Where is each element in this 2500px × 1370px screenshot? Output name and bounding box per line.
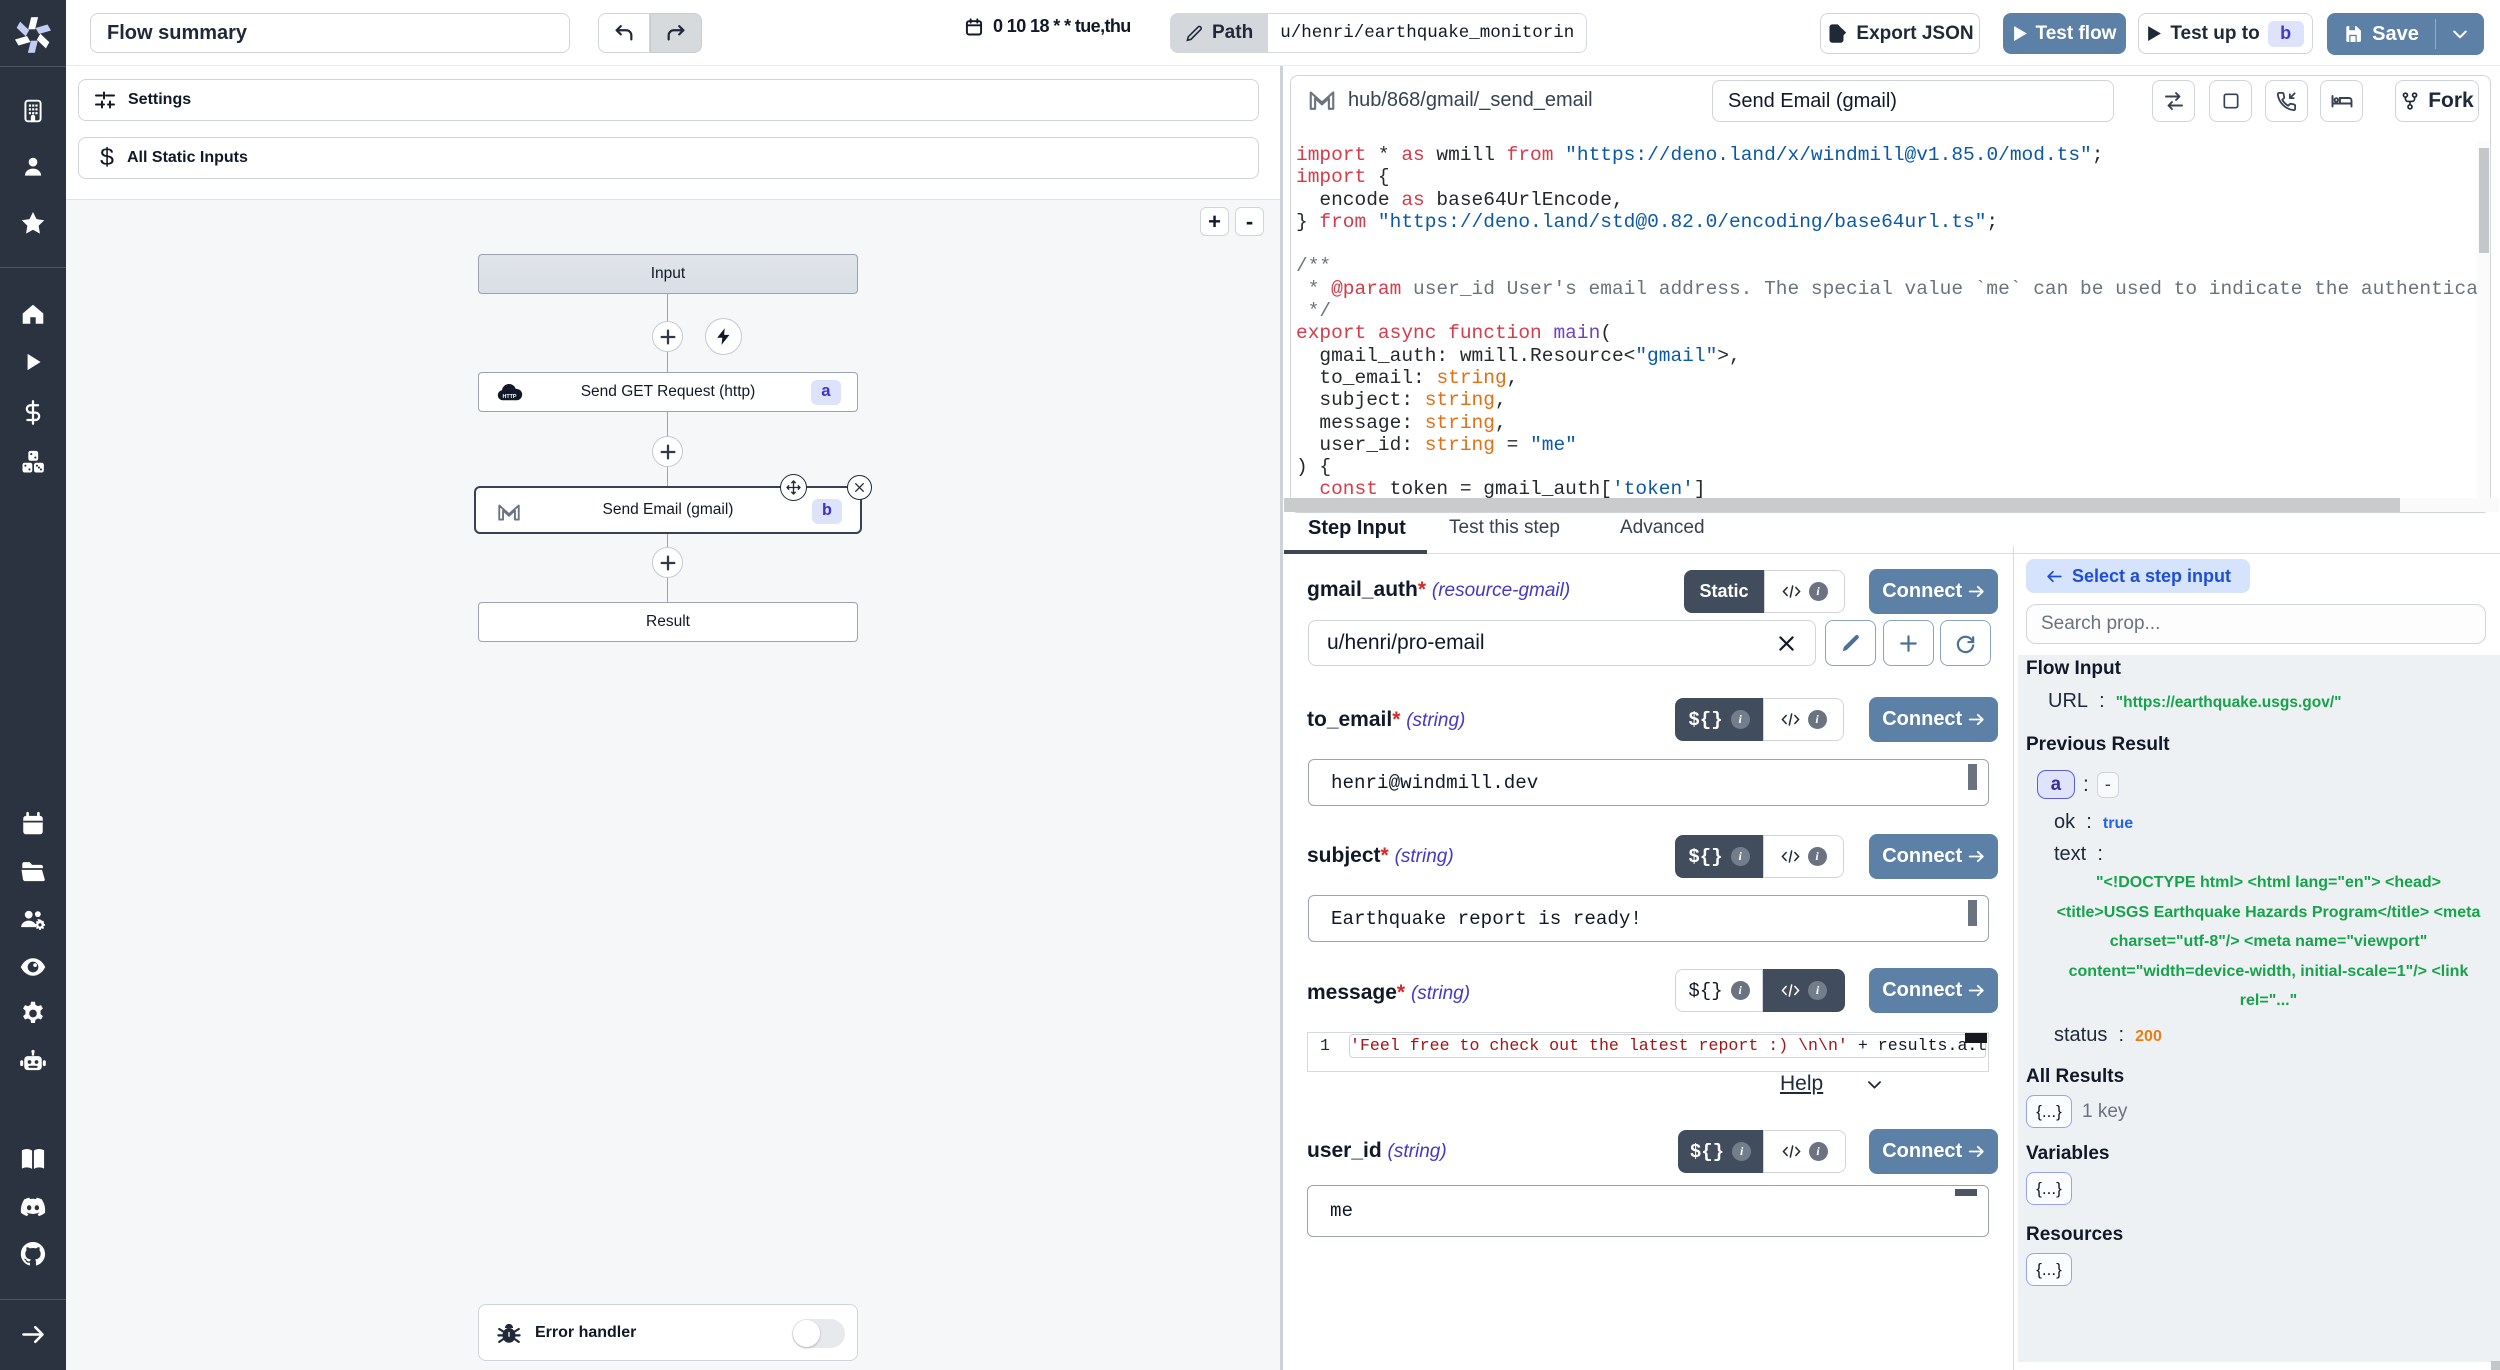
- svg-text:HTTP: HTTP: [502, 394, 516, 400]
